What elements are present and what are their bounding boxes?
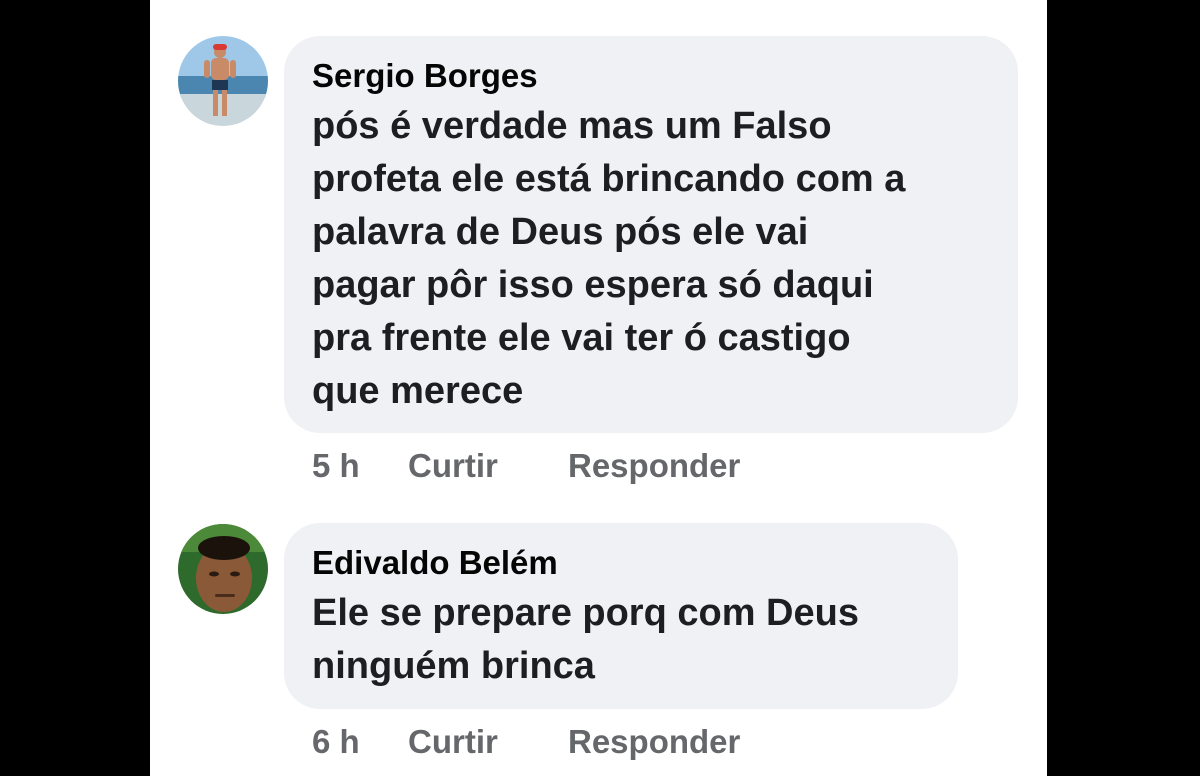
like-button[interactable]: Curtir <box>408 446 568 486</box>
reply-button[interactable]: Responder <box>568 722 740 762</box>
comment-text-line: palavra de Deus pós ele vai <box>312 211 809 253</box>
comment-actions: 6 h Curtir Responder <box>312 722 740 762</box>
comment-text-line: pós é verdade mas um Falso <box>312 105 832 147</box>
avatar[interactable] <box>178 524 268 614</box>
comment-text: pós é verdade mas um Falso profeta ele e… <box>312 100 988 418</box>
comment-text-line: ninguém brinca <box>312 645 595 687</box>
screen: Sergio Borges pós é verdade mas um Falso… <box>0 0 1200 776</box>
avatar[interactable] <box>178 36 268 126</box>
comments-panel: Sergio Borges pós é verdade mas um Falso… <box>150 0 1047 776</box>
comment-actions: 5 h Curtir Responder <box>312 446 740 486</box>
reply-button[interactable]: Responder <box>568 446 740 486</box>
avatar-portrait-photo <box>178 524 268 614</box>
comment-timestamp[interactable]: 5 h <box>312 446 408 486</box>
comment-text-line: profeta ele está brincando com a <box>312 158 906 200</box>
like-button[interactable]: Curtir <box>408 722 568 762</box>
comment-timestamp[interactable]: 6 h <box>312 722 408 762</box>
comment-text-line: pagar pôr isso espera só daqui <box>312 264 874 306</box>
comment-text-line: que merece <box>312 370 524 412</box>
comment-author[interactable]: Sergio Borges <box>312 56 988 96</box>
comment-bubble: Edivaldo Belém Ele se prepare porq com D… <box>284 523 958 709</box>
comment-author[interactable]: Edivaldo Belém <box>312 543 928 583</box>
comment-text: Ele se prepare porq com Deus ninguém bri… <box>312 587 928 693</box>
comment-bubble: Sergio Borges pós é verdade mas um Falso… <box>284 36 1018 433</box>
avatar-beach-photo <box>178 36 268 126</box>
comment-text-line: pra frente ele vai ter ó castigo <box>312 317 851 359</box>
comment-text-line: Ele se prepare porq com Deus <box>312 592 859 634</box>
